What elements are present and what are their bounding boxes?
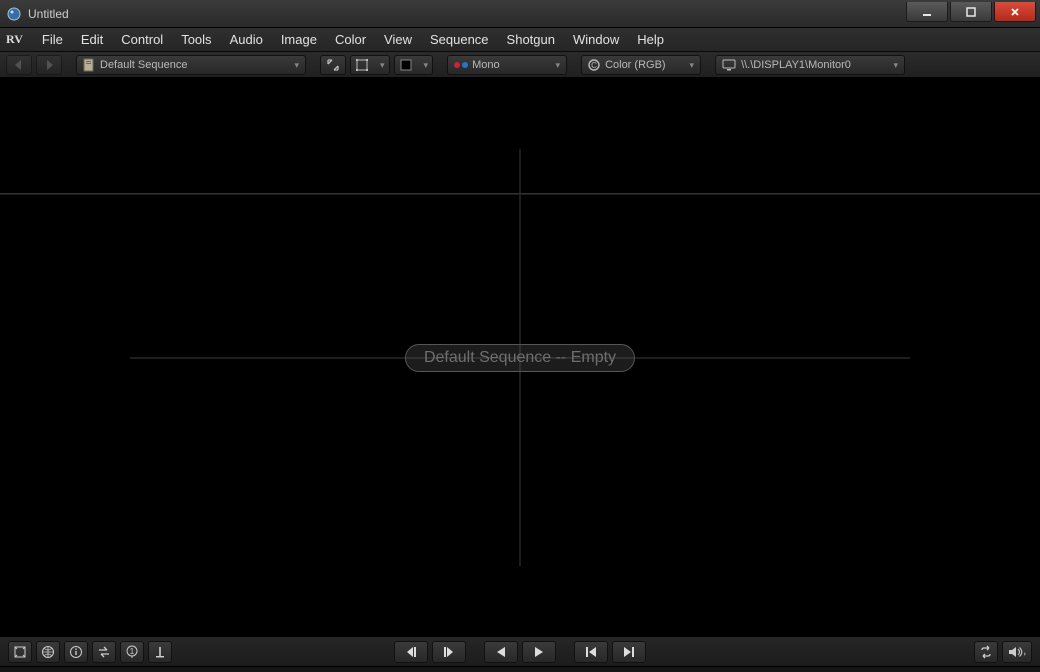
frame-tool-dropdown[interactable] <box>350 55 390 75</box>
menu-help[interactable]: Help <box>628 30 673 49</box>
status-strip <box>0 666 1040 672</box>
maximize-button[interactable] <box>950 2 992 22</box>
channels-dropdown[interactable]: Mono <box>447 55 567 75</box>
menu-sequence[interactable]: Sequence <box>421 30 498 49</box>
go-to-start-button[interactable] <box>574 641 608 663</box>
color-circle-icon: C <box>588 59 600 71</box>
menu-control[interactable]: Control <box>112 30 172 49</box>
sequence-selector-label: Default Sequence <box>100 59 187 71</box>
viewport-area: Default Sequence -- Empty <box>0 78 1040 636</box>
chevron-down-icon <box>380 59 385 71</box>
bottom-left-tools: 1 <box>8 641 172 663</box>
viewport-overlay-label: Default Sequence -- Empty <box>405 344 635 372</box>
monitor-icon <box>722 59 736 71</box>
menu-view[interactable]: View <box>375 30 421 49</box>
viewport-top-divider <box>0 193 1040 195</box>
nav-forward-button[interactable] <box>36 55 62 75</box>
display-label: \\.\DISPLAY1\Monitor0 <box>741 59 851 71</box>
sequence-selector[interactable]: Default Sequence <box>76 55 306 75</box>
fullscreen-toggle-button[interactable] <box>8 641 32 663</box>
app-logo-text: RV <box>6 32 23 47</box>
bottom-bar: 1 <box>0 636 1040 666</box>
menu-file[interactable]: File <box>33 30 72 49</box>
channel-dots-icon <box>454 62 468 68</box>
menu-shotgun[interactable]: Shotgun <box>498 30 564 49</box>
close-button[interactable] <box>994 2 1036 22</box>
swap-button[interactable] <box>92 641 116 663</box>
loop-button[interactable] <box>974 641 998 663</box>
chevron-down-icon <box>424 59 429 71</box>
menu-image[interactable]: Image <box>272 30 326 49</box>
svg-text:1: 1 <box>130 647 135 656</box>
chevron-down-icon <box>556 59 561 71</box>
document-icon <box>83 58 95 72</box>
fit-window-button[interactable] <box>320 55 346 75</box>
bottom-right-tools <box>974 641 1032 663</box>
menubar: RV File Edit Control Tools Audio Image C… <box>0 28 1040 52</box>
svg-text:C: C <box>591 61 597 70</box>
menu-tools[interactable]: Tools <box>172 30 220 49</box>
color-mode-label: Color (RGB) <box>605 59 666 71</box>
nav-back-button[interactable] <box>6 55 32 75</box>
display-dropdown[interactable]: \\.\DISPLAY1\Monitor0 <box>715 55 905 75</box>
volume-button[interactable] <box>1002 641 1032 663</box>
swatch-icon <box>399 58 413 72</box>
marker-1-button[interactable]: 1 <box>120 641 144 663</box>
color-mode-dropdown[interactable]: C Color (RGB) <box>581 55 701 75</box>
chevron-down-icon <box>690 59 695 71</box>
transport-controls <box>394 641 646 663</box>
menu-edit[interactable]: Edit <box>72 30 112 49</box>
menu-window[interactable]: Window <box>564 30 628 49</box>
menu-audio[interactable]: Audio <box>221 30 272 49</box>
titlebar: Untitled <box>0 0 1040 28</box>
toolbar: Default Sequence Mono C Color (RGB) <box>0 52 1040 78</box>
frame-icon <box>355 58 369 72</box>
window-title: Untitled <box>28 7 69 21</box>
chevron-down-icon <box>894 59 899 71</box>
play-reverse-button[interactable] <box>484 641 518 663</box>
go-to-end-button[interactable] <box>612 641 646 663</box>
channels-label: Mono <box>472 59 500 71</box>
chevron-down-icon <box>294 59 299 71</box>
app-icon <box>6 6 22 22</box>
step-back-button[interactable] <box>394 641 428 663</box>
play-forward-button[interactable] <box>522 641 556 663</box>
in-point-button[interactable] <box>148 641 172 663</box>
menu-color[interactable]: Color <box>326 30 375 49</box>
globe-button[interactable] <box>36 641 60 663</box>
bg-color-dropdown[interactable] <box>394 55 434 75</box>
minimize-button[interactable] <box>906 2 948 22</box>
info-button[interactable] <box>64 641 88 663</box>
step-forward-button[interactable] <box>432 641 466 663</box>
